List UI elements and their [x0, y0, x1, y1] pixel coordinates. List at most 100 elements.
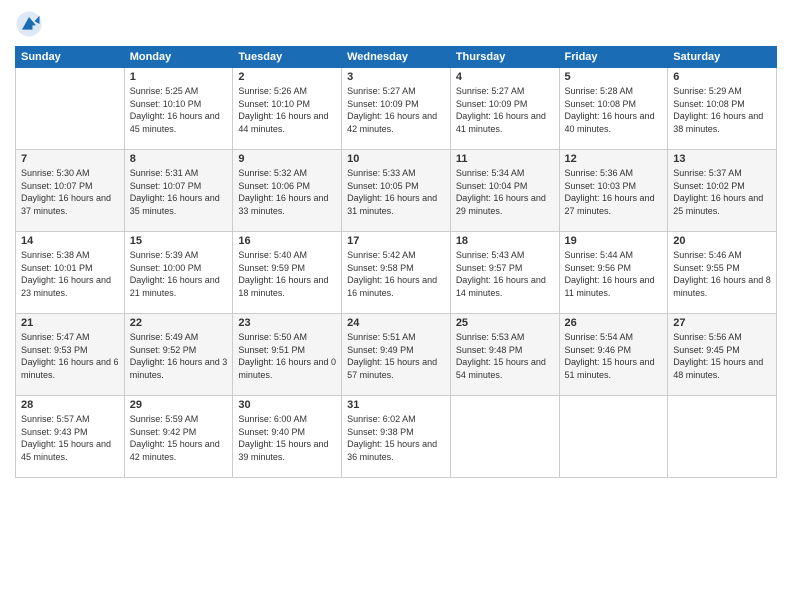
calendar-cell: 29Sunrise: 5:59 AMSunset: 9:42 PMDayligh… — [124, 396, 233, 478]
week-row-4: 21 Sunrise: 5:47 AMSunset: 9:53 PMDayligh… — [16, 314, 777, 396]
day-info: Sunrise: 5:40 AMSunset: 9:59 PMDaylight:… — [238, 249, 336, 299]
day-info: Sunrise: 5:53 AMSunset: 9:48 PMDaylight:… — [456, 331, 554, 381]
calendar-cell: 6 Sunrise: 5:29 AMSunset: 10:08 PMDayligh… — [668, 68, 777, 150]
calendar-cell: 31 Sunrise: 6:02 AMSunset: 9:38 PMDayligh… — [342, 396, 451, 478]
calendar-cell: 3Sunrise: 5:27 AMSunset: 10:09 PMDayligh… — [342, 68, 451, 150]
day-number: 25 — [456, 317, 554, 329]
day-number: 7 — [21, 153, 119, 165]
day-info: Sunrise: 5:39 AMSunset: 10:00 PMDaylight… — [130, 249, 228, 299]
calendar-cell: 27Sunrise: 5:56 AMSunset: 9:45 PMDayligh… — [668, 314, 777, 396]
day-number: 23 — [238, 317, 336, 329]
page-header — [15, 10, 777, 38]
day-number: 31 — [347, 399, 445, 411]
day-info: Sunrise: 5:49 AMSunset: 9:52 PMDaylight:… — [130, 331, 228, 381]
calendar-cell: 15 Sunrise: 5:39 AMSunset: 10:00 PMDaylig… — [124, 232, 233, 314]
calendar-cell: 28 Sunrise: 5:57 AMSunset: 9:43 PMDayligh… — [16, 396, 125, 478]
day-number: 6 — [673, 71, 771, 83]
day-number: 30 — [238, 399, 336, 411]
day-info: Sunrise: 5:46 AMSunset: 9:55 PMDaylight:… — [673, 249, 771, 299]
day-number: 22 — [130, 317, 228, 329]
day-number: 24 — [347, 317, 445, 329]
day-number: 19 — [565, 235, 663, 247]
col-header-sunday: Sunday — [16, 47, 125, 68]
calendar-cell: 14Sunrise: 5:38 AMSunset: 10:01 PMDaylig… — [16, 232, 125, 314]
calendar-cell: 20 Sunrise: 5:46 AMSunset: 9:55 PMDayligh… — [668, 232, 777, 314]
calendar-cell — [16, 68, 125, 150]
calendar-cell: 24 Sunrise: 5:51 AMSunset: 9:49 PMDayligh… — [342, 314, 451, 396]
day-number: 17 — [347, 235, 445, 247]
calendar-cell: 9 Sunrise: 5:32 AMSunset: 10:06 PMDayligh… — [233, 150, 342, 232]
calendar-cell: 7 Sunrise: 5:30 AMSunset: 10:07 PMDayligh… — [16, 150, 125, 232]
day-number: 14 — [21, 235, 119, 247]
day-number: 2 — [238, 71, 336, 83]
day-info: Sunrise: 5:25 AMSunset: 10:10 PMDaylight… — [130, 85, 228, 135]
day-info: Sunrise: 5:32 AMSunset: 10:06 PMDaylight… — [238, 167, 336, 217]
day-info: Sunrise: 5:42 AMSunset: 9:58 PMDaylight:… — [347, 249, 445, 299]
calendar-cell: 19 Sunrise: 5:44 AMSunset: 9:56 PMDayligh… — [559, 232, 668, 314]
day-number: 18 — [456, 235, 554, 247]
day-number: 3 — [347, 71, 445, 83]
day-number: 10 — [347, 153, 445, 165]
calendar-cell: 22 Sunrise: 5:49 AMSunset: 9:52 PMDayligh… — [124, 314, 233, 396]
day-number: 9 — [238, 153, 336, 165]
day-number: 1 — [130, 71, 228, 83]
calendar-cell: 30Sunrise: 6:00 AMSunset: 9:40 PMDayligh… — [233, 396, 342, 478]
day-info: Sunrise: 5:31 AMSunset: 10:07 PMDaylight… — [130, 167, 228, 217]
calendar-cell: 10 Sunrise: 5:33 AMSunset: 10:05 PMDaylig… — [342, 150, 451, 232]
logo-icon — [15, 10, 43, 38]
day-info: Sunrise: 5:26 AMSunset: 10:10 PMDaylight… — [238, 85, 336, 135]
day-info: Sunrise: 5:27 AMSunset: 10:09 PMDaylight… — [456, 85, 554, 135]
week-row-2: 7 Sunrise: 5:30 AMSunset: 10:07 PMDayligh… — [16, 150, 777, 232]
calendar-cell: 12Sunrise: 5:36 AMSunset: 10:03 PMDaylig… — [559, 150, 668, 232]
calendar-cell: 18 Sunrise: 5:43 AMSunset: 9:57 PMDayligh… — [450, 232, 559, 314]
col-header-tuesday: Tuesday — [233, 47, 342, 68]
day-number: 26 — [565, 317, 663, 329]
day-info: Sunrise: 5:37 AMSunset: 10:02 PMDaylight… — [673, 167, 771, 217]
day-info: Sunrise: 5:44 AMSunset: 9:56 PMDaylight:… — [565, 249, 663, 299]
calendar-cell: 1 Sunrise: 5:25 AMSunset: 10:10 PMDayligh… — [124, 68, 233, 150]
day-number: 4 — [456, 71, 554, 83]
day-info: Sunrise: 6:02 AMSunset: 9:38 PMDaylight:… — [347, 413, 445, 463]
col-header-wednesday: Wednesday — [342, 47, 451, 68]
col-header-friday: Friday — [559, 47, 668, 68]
day-number: 28 — [21, 399, 119, 411]
day-number: 20 — [673, 235, 771, 247]
calendar-cell: 11Sunrise: 5:34 AMSunset: 10:04 PMDaylig… — [450, 150, 559, 232]
day-info: Sunrise: 5:33 AMSunset: 10:05 PMDaylight… — [347, 167, 445, 217]
day-number: 21 — [21, 317, 119, 329]
day-number: 12 — [565, 153, 663, 165]
calendar-cell: 13 Sunrise: 5:37 AMSunset: 10:02 PMDaylig… — [668, 150, 777, 232]
day-info: Sunrise: 5:47 AMSunset: 9:53 PMDaylight:… — [21, 331, 119, 381]
day-number: 27 — [673, 317, 771, 329]
day-number: 15 — [130, 235, 228, 247]
calendar-cell — [559, 396, 668, 478]
col-header-saturday: Saturday — [668, 47, 777, 68]
calendar-cell — [450, 396, 559, 478]
calendar-cell: 2 Sunrise: 5:26 AMSunset: 10:10 PMDayligh… — [233, 68, 342, 150]
logo — [15, 10, 45, 38]
calendar-cell: 21 Sunrise: 5:47 AMSunset: 9:53 PMDayligh… — [16, 314, 125, 396]
calendar-cell — [668, 396, 777, 478]
col-header-monday: Monday — [124, 47, 233, 68]
week-row-1: 1 Sunrise: 5:25 AMSunset: 10:10 PMDayligh… — [16, 68, 777, 150]
day-number: 13 — [673, 153, 771, 165]
calendar-cell: 17 Sunrise: 5:42 AMSunset: 9:58 PMDayligh… — [342, 232, 451, 314]
col-header-thursday: Thursday — [450, 47, 559, 68]
day-info: Sunrise: 5:50 AMSunset: 9:51 PMDaylight:… — [238, 331, 336, 381]
calendar-cell: 5Sunrise: 5:28 AMSunset: 10:08 PMDayligh… — [559, 68, 668, 150]
day-info: Sunrise: 5:51 AMSunset: 9:49 PMDaylight:… — [347, 331, 445, 381]
day-number: 8 — [130, 153, 228, 165]
day-info: Sunrise: 5:30 AMSunset: 10:07 PMDaylight… — [21, 167, 119, 217]
day-info: Sunrise: 5:29 AMSunset: 10:08 PMDaylight… — [673, 85, 771, 135]
calendar-cell: 23 Sunrise: 5:50 AMSunset: 9:51 PMDayligh… — [233, 314, 342, 396]
day-info: Sunrise: 5:54 AMSunset: 9:46 PMDaylight:… — [565, 331, 663, 381]
day-info: Sunrise: 5:43 AMSunset: 9:57 PMDaylight:… — [456, 249, 554, 299]
day-info: Sunrise: 5:57 AMSunset: 9:43 PMDaylight:… — [21, 413, 119, 463]
week-row-3: 14Sunrise: 5:38 AMSunset: 10:01 PMDaylig… — [16, 232, 777, 314]
day-number: 29 — [130, 399, 228, 411]
day-info: Sunrise: 5:34 AMSunset: 10:04 PMDaylight… — [456, 167, 554, 217]
header-row: SundayMondayTuesdayWednesdayThursdayFrid… — [16, 47, 777, 68]
calendar-cell: 4 Sunrise: 5:27 AMSunset: 10:09 PMDayligh… — [450, 68, 559, 150]
week-row-5: 28 Sunrise: 5:57 AMSunset: 9:43 PMDayligh… — [16, 396, 777, 478]
day-number: 16 — [238, 235, 336, 247]
